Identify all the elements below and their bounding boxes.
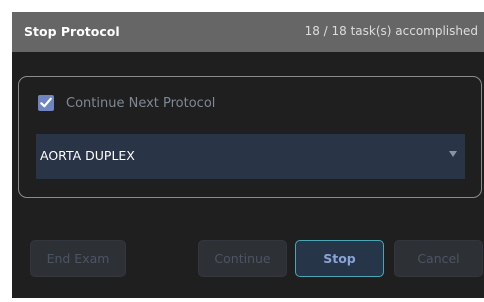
chevron-down-icon [449,151,457,157]
stop-protocol-dialog: Stop Protocol 18 / 18 task(s) accomplish… [12,12,484,298]
checkmark-icon [40,97,52,108]
selected-protocol-value: AORTA DUPLEX [40,148,135,163]
continue-next-protocol-label: Continue Next Protocol [66,95,216,111]
dialog-title: Stop Protocol [24,24,120,39]
next-protocol-select[interactable]: AORTA DUPLEX [36,134,465,179]
dialog-header: Stop Protocol 18 / 18 task(s) accomplish… [12,12,484,52]
continue-button[interactable]: Continue [198,240,287,277]
stop-button[interactable]: Stop [295,240,384,277]
continue-next-protocol-option[interactable]: Continue Next Protocol [38,94,215,112]
continue-next-protocol-checkbox[interactable] [38,95,54,111]
protocol-options-panel: Continue Next Protocol AORTA DUPLEX [18,76,482,198]
task-progress-status: 18 / 18 task(s) accomplished [304,24,478,38]
cancel-button[interactable]: Cancel [394,240,483,277]
end-exam-button[interactable]: End Exam [30,240,126,277]
